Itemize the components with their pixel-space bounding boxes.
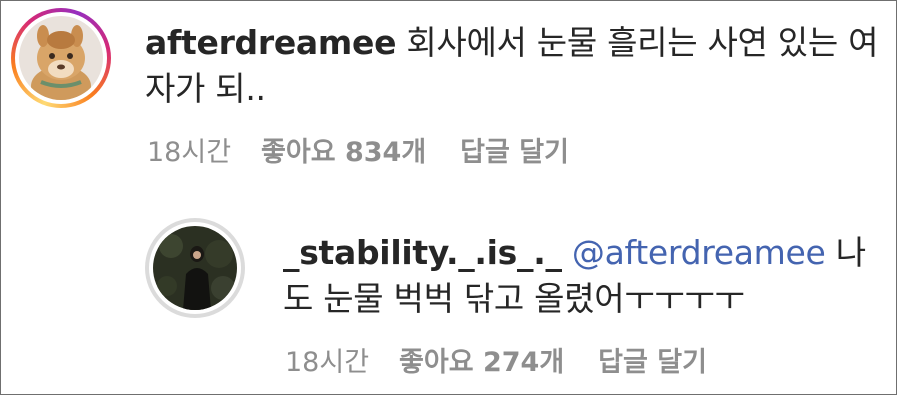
reply-mention-link[interactable]: @afterdreamee: [572, 233, 826, 272]
comment-timestamp[interactable]: 18시간: [147, 130, 231, 169]
reply-avatar-ring[interactable]: [145, 218, 245, 318]
comment-meta-row: 18시간 좋아요 834개 답글 달기: [147, 130, 569, 169]
comment-likes-count[interactable]: 좋아요 834개: [261, 130, 426, 169]
reply-timestamp[interactable]: 18시간: [285, 340, 369, 379]
avatar-ring-gap: [15, 12, 107, 104]
avatar-person-dark: [153, 226, 237, 310]
reply-body: _stability._.is_._ @afterdreamee 나도 눈물 벅…: [283, 230, 883, 322]
avatar-alpaca-plush: [19, 16, 103, 100]
comment-avatar-story-ring[interactable]: [11, 8, 111, 108]
comment-username[interactable]: afterdreamee: [145, 23, 396, 62]
comment-body: afterdreamee 회사에서 눈물 흘리는 사연 있는 여자가 되..: [145, 20, 885, 112]
comment-reply-button[interactable]: 답글 달기: [460, 130, 569, 169]
avatar-ring-gap: [149, 222, 241, 314]
reply-reply-button[interactable]: 답글 달기: [598, 340, 707, 379]
reply-meta-row: 18시간 좋아요 274개 답글 달기: [285, 340, 707, 379]
reply-username[interactable]: _stability._.is_._: [283, 233, 562, 272]
reply-likes-count[interactable]: 좋아요 274개: [399, 340, 564, 379]
